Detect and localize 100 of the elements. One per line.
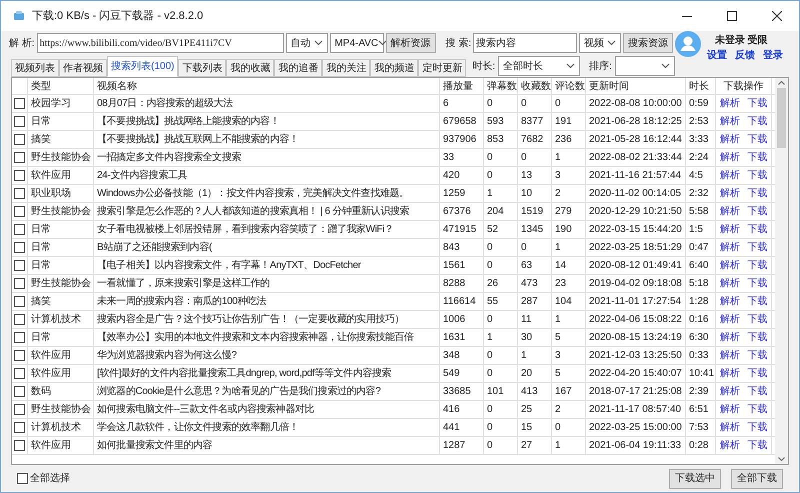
action-link[interactable]: 解析 [720, 132, 740, 147]
row-checkbox[interactable] [14, 422, 25, 433]
row-checkbox[interactable] [14, 260, 25, 271]
action-link[interactable]: 下载 [747, 330, 768, 345]
action-link[interactable]: 解析 [720, 96, 740, 111]
row-checkbox[interactable] [14, 224, 25, 235]
action-link[interactable]: 解析 [720, 240, 740, 255]
row-checkbox[interactable] [14, 278, 25, 289]
action-link[interactable]: 解析 [720, 294, 740, 309]
row-checkbox[interactable] [14, 152, 25, 163]
column-header[interactable]: 下载操作 [716, 78, 772, 94]
action-link[interactable]: 解析 [720, 438, 740, 453]
action-link[interactable]: 解析 [720, 150, 740, 165]
tab[interactable]: 作者视频 [59, 59, 107, 77]
action-link[interactable]: 解析 [720, 114, 740, 129]
download-button[interactable]: 下载选中 [669, 468, 721, 488]
download-button[interactable]: 全部下载 [731, 468, 783, 488]
action-link[interactable]: 解析 [720, 186, 740, 201]
action-link[interactable]: 下载 [747, 222, 768, 237]
search-field[interactable]: 搜索内容 [473, 33, 578, 53]
action-link[interactable]: 下载 [747, 204, 768, 219]
action-link[interactable]: 下载 [747, 276, 768, 291]
action-link[interactable]: 下载 [747, 96, 768, 111]
scrollbar-thumb[interactable] [777, 88, 786, 148]
tab[interactable]: 我的追番 [274, 59, 322, 77]
action-link[interactable]: 解析 [720, 312, 740, 327]
row-checkbox[interactable] [14, 404, 25, 415]
tab[interactable]: 下载列表 [178, 59, 226, 77]
action-link[interactable]: 解析 [720, 258, 740, 273]
action-link[interactable]: 下载 [747, 402, 768, 417]
column-header[interactable]: 播放量 [440, 78, 484, 94]
table-cell: 08月07日：内容搜索的超级大法 [94, 95, 440, 112]
row-checkbox[interactable] [14, 368, 25, 379]
search-type-dropdown[interactable]: 视频 [579, 33, 622, 53]
row-checkbox[interactable] [14, 296, 25, 307]
column-header[interactable]: 视频名称 [94, 78, 440, 94]
column-header[interactable]: 更新时间 [586, 78, 686, 94]
row-checkbox[interactable] [14, 188, 25, 199]
row-checkbox[interactable] [14, 206, 25, 217]
sort-dropdown[interactable] [614, 56, 675, 76]
action-link[interactable]: 下载 [747, 366, 768, 381]
user-link[interactable]: 反馈 [734, 48, 755, 63]
format-dropdown[interactable]: MP4-AVC [330, 33, 384, 53]
row-checkbox[interactable] [14, 170, 25, 181]
row-checkbox[interactable] [14, 98, 25, 109]
row-checkbox[interactable] [14, 116, 25, 127]
tab[interactable]: 视频列表 [11, 59, 59, 77]
table-cell: 计算机技术 [28, 311, 94, 328]
action-link[interactable]: 下载 [747, 240, 768, 255]
tab[interactable]: 我的关注 [322, 59, 370, 77]
search-button[interactable]: 搜索资源 [623, 33, 674, 53]
user-link[interactable]: 登录 [762, 48, 783, 63]
action-link[interactable]: 解析 [720, 222, 740, 237]
action-link[interactable]: 下载 [747, 258, 768, 273]
action-link[interactable]: 下载 [747, 114, 768, 129]
tab[interactable]: 搜索列表(100) [107, 56, 178, 77]
action-link[interactable]: 解析 [720, 330, 740, 345]
row-checkbox[interactable] [14, 242, 25, 253]
action-link[interactable]: 下载 [747, 294, 768, 309]
action-link[interactable]: 下载 [747, 168, 768, 183]
caret-icon [566, 63, 576, 69]
action-link[interactable]: 下载 [747, 312, 768, 327]
row-checkbox[interactable] [14, 440, 25, 451]
action-link[interactable]: 下载 [747, 186, 768, 201]
table-cell: 2020-11-02 00:14:05 [586, 185, 686, 202]
row-checkbox[interactable] [14, 350, 25, 361]
action-link[interactable]: 下载 [747, 438, 768, 453]
action-link[interactable]: 下载 [747, 150, 768, 165]
action-link[interactable]: 解析 [720, 366, 740, 381]
tab[interactable]: 定时更新 [418, 59, 466, 77]
row-checkbox[interactable] [14, 134, 25, 145]
action-link[interactable]: 解析 [720, 276, 740, 291]
url-field[interactable]: https://www.bilibili.com/video/BV1PE411i7CV [36, 33, 284, 53]
row-checkbox[interactable] [14, 332, 25, 343]
tab[interactable]: 我的频道 [370, 59, 418, 77]
action-link[interactable]: 解析 [720, 204, 740, 219]
mode-dropdown[interactable]: 自动 [286, 33, 328, 53]
user-link[interactable]: 设置 [706, 48, 727, 63]
action-link[interactable]: 解析 [720, 402, 740, 417]
action-link[interactable]: 解析 [720, 384, 740, 399]
tab[interactable]: 我的收藏 [226, 59, 274, 77]
table-cell: 30 [518, 329, 552, 346]
column-header[interactable]: 类型 [28, 78, 94, 94]
action-link[interactable]: 解析 [720, 168, 740, 183]
action-link[interactable]: 下载 [747, 420, 768, 435]
column-header[interactable]: 评论数 [552, 78, 586, 94]
column-header[interactable]: 时长 [686, 78, 716, 94]
parse-button[interactable]: 解析资源 [386, 33, 436, 53]
row-checkbox[interactable] [14, 386, 25, 397]
action-link[interactable]: 解析 [720, 420, 740, 435]
column-header[interactable]: 收藏数 [518, 78, 552, 94]
select-all-checkbox[interactable] [17, 473, 28, 484]
scrollbar[interactable] [775, 78, 788, 464]
action-link[interactable]: 解析 [720, 348, 740, 363]
row-checkbox[interactable] [14, 314, 25, 325]
action-link[interactable]: 下载 [747, 348, 768, 363]
action-link[interactable]: 下载 [747, 384, 768, 399]
column-header[interactable]: 弹幕数 [484, 78, 518, 94]
duration-dropdown[interactable]: 全部时长 [498, 56, 580, 76]
action-link[interactable]: 下载 [747, 132, 768, 147]
